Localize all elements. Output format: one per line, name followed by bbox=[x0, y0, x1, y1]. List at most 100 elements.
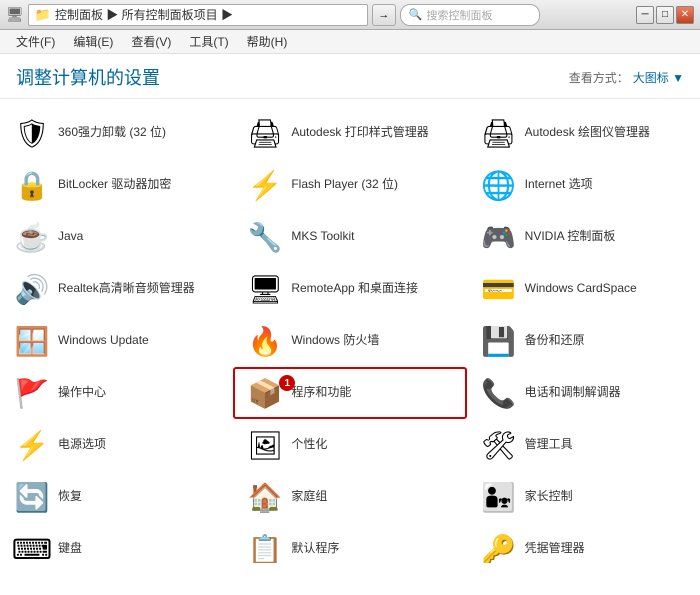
item-icon: ⚡ bbox=[247, 167, 283, 203]
item-icon: 👨‍👧 bbox=[481, 479, 517, 515]
item-icon: 📦 bbox=[247, 375, 283, 411]
icon-item[interactable]: 🖼 个性化 bbox=[233, 419, 466, 471]
icon-item[interactable]: 🔄恢复 bbox=[0, 471, 233, 523]
item-label: 电话和调制解调器 bbox=[525, 385, 621, 401]
content-area: 调整计算机的设置 查看方式： 大图标 ▼ 🛡360强力卸载 (32 位)🖨Aut… bbox=[0, 54, 700, 563]
minimize-btn[interactable]: ─ bbox=[636, 6, 654, 24]
menu-tools[interactable]: 工具(T) bbox=[181, 31, 236, 52]
icon-item[interactable]: ⚡ Flash Player (32 位) bbox=[233, 159, 466, 211]
close-btn[interactable]: ✕ bbox=[676, 6, 694, 24]
menu-help[interactable]: 帮助(H) bbox=[239, 31, 296, 52]
icon-item[interactable]: ⌨ 键盘 bbox=[0, 523, 233, 563]
item-icon: 🛠 bbox=[481, 427, 517, 463]
item-label: Java bbox=[58, 229, 83, 245]
item-icon: 🔥 bbox=[247, 323, 283, 359]
item-icon: ⌨ bbox=[14, 531, 50, 563]
item-label: 程序和功能 bbox=[291, 385, 351, 401]
item-label: 个性化 bbox=[291, 437, 327, 453]
panel-title: 调整计算机的设置 bbox=[16, 64, 160, 90]
item-icon: 🌐 bbox=[481, 167, 517, 203]
item-icon: 📋 bbox=[247, 531, 283, 563]
title-bar: 🖥 📁 控制面板 ▶ 所有控制面板项目 ▶ → 🔍 搜索控制面板 ─ □ ✕ bbox=[0, 0, 700, 30]
item-label: Flash Player (32 位) bbox=[291, 177, 398, 193]
item-icon: 💾 bbox=[481, 323, 517, 359]
item-icon: 🔊 bbox=[14, 271, 50, 307]
item-icon: ⚡ bbox=[14, 427, 50, 463]
icon-item[interactable]: 🔊 Realtek高清晰音频管理器 bbox=[0, 263, 233, 315]
item-icon: 🎮 bbox=[481, 219, 517, 255]
main-panel: 调整计算机的设置 查看方式： 大图标 ▼ 🛡360强力卸载 (32 位)🖨Aut… bbox=[0, 54, 700, 563]
item-label: NVIDIA 控制面板 bbox=[525, 229, 616, 245]
view-label: 查看方式： bbox=[569, 69, 629, 86]
item-label: 凭据管理器 bbox=[525, 541, 585, 557]
maximize-btn[interactable]: □ bbox=[656, 6, 674, 24]
item-label: 家庭组 bbox=[291, 489, 327, 505]
icon-item[interactable]: 🔑 凭据管理器 bbox=[467, 523, 700, 563]
item-icon: 🛡 bbox=[14, 115, 50, 151]
item-label: 键盘 bbox=[58, 541, 82, 557]
item-icon: 🖨 bbox=[481, 115, 517, 151]
icon-item[interactable]: 🛡 360强力卸载 (32 位) bbox=[0, 107, 233, 159]
icon-item[interactable]: 📞电话和调制解调器 bbox=[467, 367, 700, 419]
item-icon: 💳 bbox=[481, 271, 517, 307]
icon-item[interactable]: 🚩操作中心 bbox=[0, 367, 233, 419]
icon-item[interactable]: 🔧MKS Toolkit bbox=[233, 211, 466, 263]
item-label: Autodesk 绘图仪管理器 bbox=[525, 125, 650, 141]
icon-item[interactable]: 🛠 管理工具 bbox=[467, 419, 700, 471]
item-label: 360强力卸载 (32 位) bbox=[58, 125, 166, 141]
item-icon: 🚩 bbox=[14, 375, 50, 411]
icon-item[interactable]: 📦程序和功能1 bbox=[233, 367, 466, 419]
item-icon: ☕ bbox=[14, 219, 50, 255]
item-icon: 🔧 bbox=[247, 219, 283, 255]
icons-grid: 🛡360强力卸载 (32 位)🖨Autodesk 打印样式管理器🖨Autodes… bbox=[0, 99, 700, 563]
icon-item[interactable]: 🖨 Autodesk 绘图仪管理器 bbox=[467, 107, 700, 159]
icon-item[interactable]: 🌐 Internet 选项 bbox=[467, 159, 700, 211]
title-bar-left: 🖥 📁 控制面板 ▶ 所有控制面板项目 ▶ → 🔍 搜索控制面板 bbox=[6, 4, 540, 26]
item-icon: 🔒 bbox=[14, 167, 50, 203]
item-label: 电源选项 bbox=[58, 437, 106, 453]
item-icon: 🔄 bbox=[14, 479, 50, 515]
item-label: 家长控制 bbox=[525, 489, 573, 505]
item-label: Windows 防火墙 bbox=[291, 333, 379, 349]
icon-item[interactable]: 🎮 NVIDIA 控制面板 bbox=[467, 211, 700, 263]
view-current[interactable]: 大图标 ▼ bbox=[633, 69, 684, 86]
item-icon: 🪟 bbox=[14, 323, 50, 359]
refresh-btn[interactable]: → bbox=[372, 4, 396, 26]
item-label: Windows Update bbox=[58, 333, 149, 349]
search-icon: 🔍 bbox=[409, 8, 423, 21]
icon-item[interactable]: ☕ Java bbox=[0, 211, 233, 263]
item-label: 管理工具 bbox=[525, 437, 573, 453]
item-label: RemoteApp 和桌面连接 bbox=[291, 281, 418, 297]
item-icon: 🔑 bbox=[481, 531, 517, 563]
view-mode[interactable]: 查看方式： 大图标 ▼ bbox=[569, 69, 684, 86]
icon-item[interactable]: 💳 Windows CardSpace bbox=[467, 263, 700, 315]
icon-item[interactable]: 📋 默认程序 bbox=[233, 523, 466, 563]
address-bar[interactable]: 📁 控制面板 ▶ 所有控制面板项目 ▶ bbox=[28, 4, 368, 26]
search-box[interactable]: 🔍 搜索控制面板 bbox=[400, 4, 540, 26]
window-icon: 🖥 bbox=[6, 6, 24, 23]
item-icon: 🏠 bbox=[247, 479, 283, 515]
menu-view[interactable]: 查看(V) bbox=[123, 31, 179, 52]
icon-item[interactable]: ⚡ 电源选项 bbox=[0, 419, 233, 471]
icon-item[interactable]: 🖥 RemoteApp 和桌面连接 bbox=[233, 263, 466, 315]
item-label: Realtek高清晰音频管理器 bbox=[58, 281, 195, 297]
icon-item[interactable]: 🪟 Windows Update bbox=[0, 315, 233, 367]
icon-item[interactable]: 🖨Autodesk 打印样式管理器 bbox=[233, 107, 466, 159]
address-path-text: 控制面板 ▶ 所有控制面板项目 ▶ bbox=[55, 6, 233, 23]
icon-item[interactable]: 👨‍👧 家长控制 bbox=[467, 471, 700, 523]
folder-icon: 📁 bbox=[35, 7, 51, 23]
item-label: 默认程序 bbox=[291, 541, 339, 557]
icon-item[interactable]: 🔥 Windows 防火墙 bbox=[233, 315, 466, 367]
icon-item[interactable]: 💾备份和还原 bbox=[467, 315, 700, 367]
item-icon: 🖥 bbox=[247, 271, 283, 307]
item-icon: 🖼 bbox=[247, 427, 283, 463]
menu-bar: 文件(F) 编辑(E) 查看(V) 工具(T) 帮助(H) bbox=[0, 30, 700, 54]
menu-edit[interactable]: 编辑(E) bbox=[65, 31, 121, 52]
menu-file[interactable]: 文件(F) bbox=[8, 31, 63, 52]
icon-item[interactable]: 🔒 BitLocker 驱动器加密 bbox=[0, 159, 233, 211]
item-label: Internet 选项 bbox=[525, 177, 593, 193]
item-label: Windows CardSpace bbox=[525, 281, 637, 297]
icon-item[interactable]: 🏠 家庭组 bbox=[233, 471, 466, 523]
item-icon: 🖨 bbox=[247, 115, 283, 151]
item-label: BitLocker 驱动器加密 bbox=[58, 177, 171, 193]
